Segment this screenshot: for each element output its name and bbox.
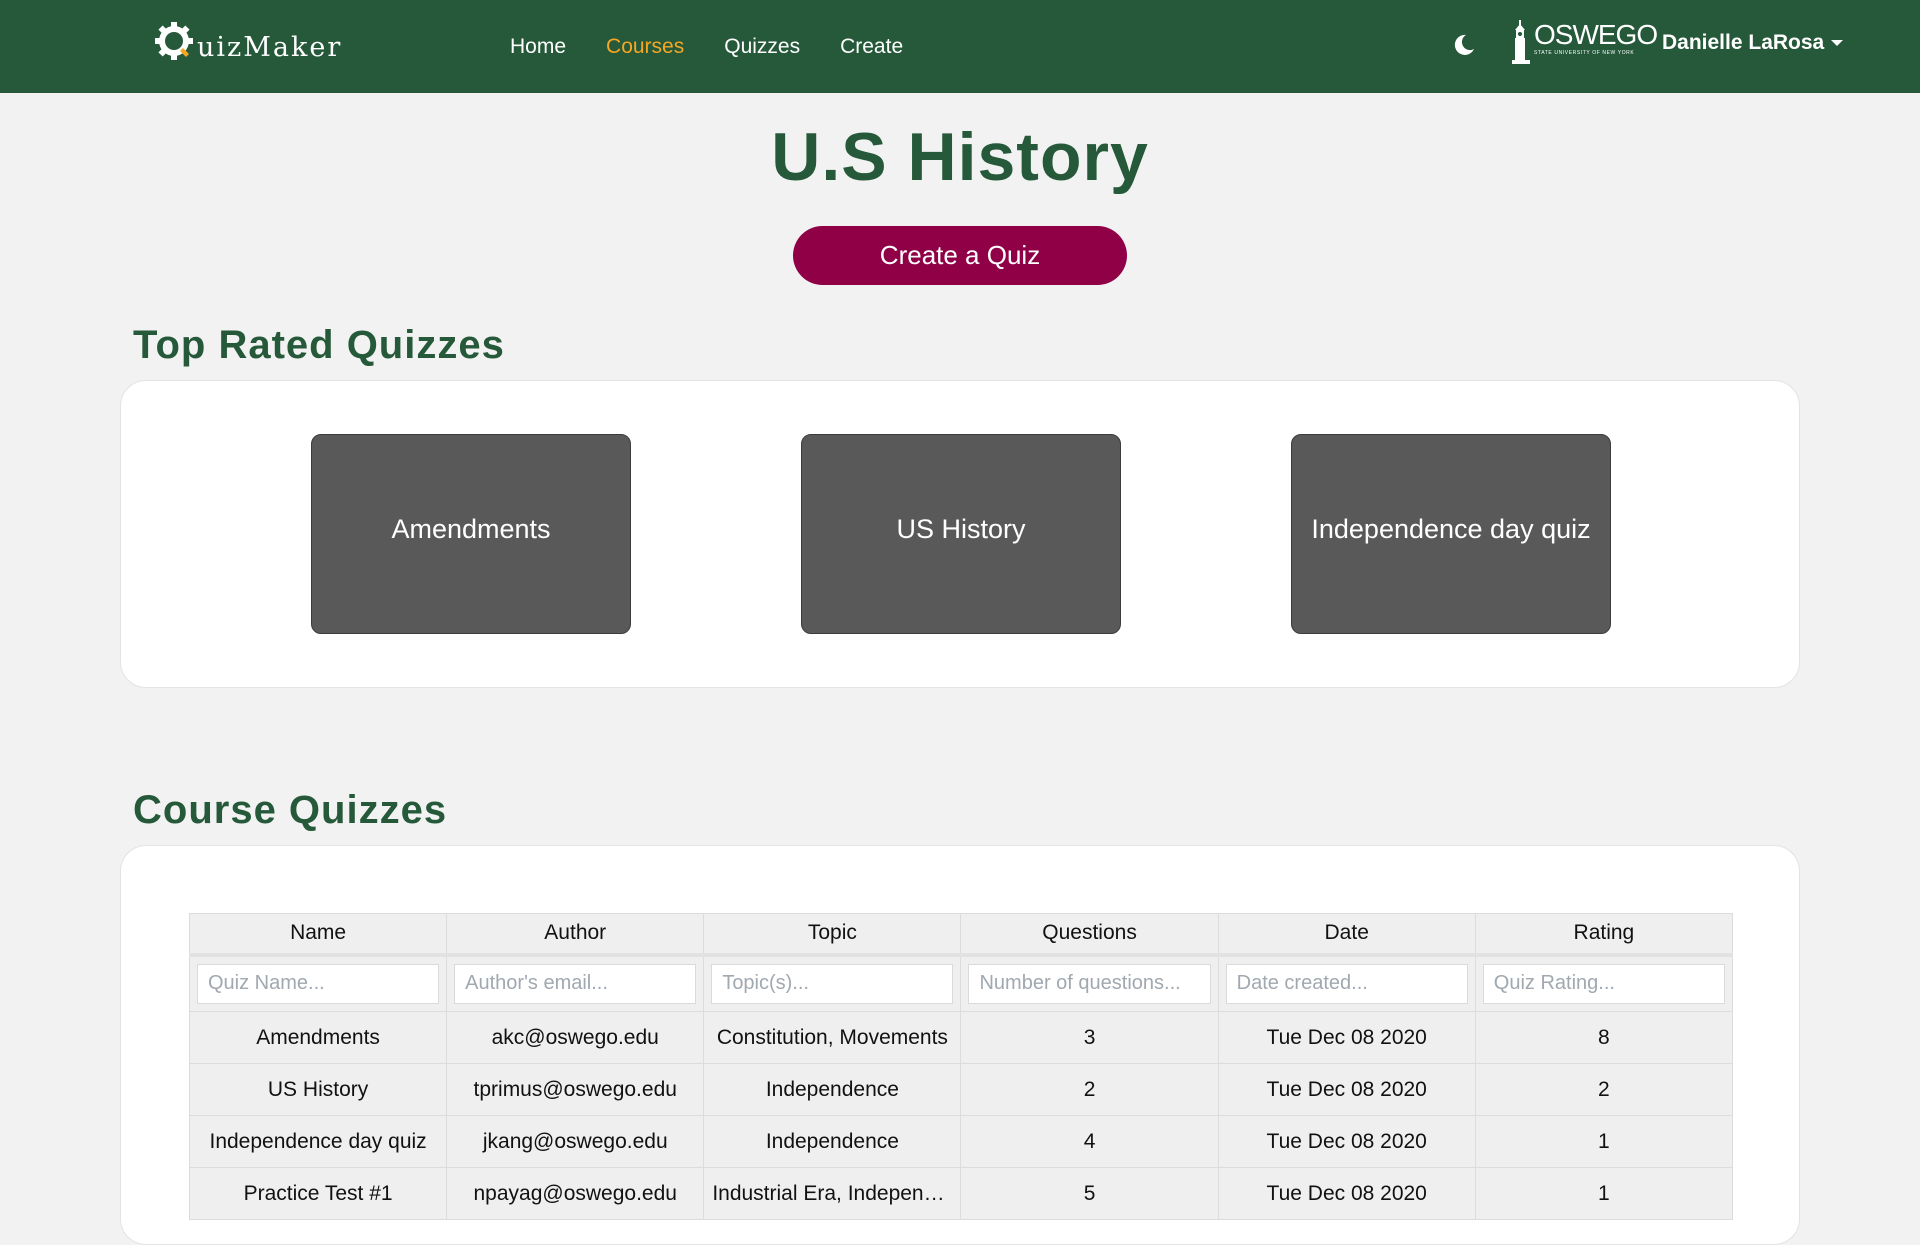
cell-topic: Industrial Era, Independ... (703, 1167, 962, 1220)
cell-author: akc@oswego.edu (446, 1011, 705, 1064)
clock-tower-icon (1512, 20, 1530, 64)
user-menu-dropdown[interactable]: Danielle LaRosa (1662, 31, 1844, 55)
cell-topic: Independence (703, 1063, 962, 1116)
cell-rating: 2 (1474, 1063, 1734, 1116)
cell-rating: 1 (1474, 1167, 1734, 1220)
table-row[interactable]: Amendments akc@oswego.edu Constitution, … (188, 1011, 1734, 1064)
user-name: Danielle LaRosa (1662, 31, 1825, 54)
top-quiz-card[interactable]: Independence day quiz (1291, 434, 1611, 634)
create-quiz-button[interactable]: Create a Quiz (793, 226, 1127, 285)
course-quizzes-panel: Name Author Topic Questions Date Rating … (120, 845, 1800, 1245)
quiz-table: Name Author Topic Questions Date Rating … (188, 913, 1734, 1220)
top-rated-panel: Amendments US History Independence day q… (120, 380, 1800, 688)
caret-down-icon (1831, 40, 1844, 46)
cell-rating: 8 (1474, 1011, 1734, 1064)
logo-wordmark: uizMaker (197, 31, 343, 63)
cell-rating: 1 (1474, 1115, 1734, 1168)
filter-author-input[interactable] (454, 963, 697, 1004)
filter-date-input[interactable] (1225, 963, 1468, 1004)
cell-questions: 3 (960, 1011, 1219, 1064)
column-header-date[interactable]: Date (1217, 913, 1476, 955)
cell-topic: Constitution, Movements (703, 1011, 962, 1064)
column-header-name[interactable]: Name (188, 913, 448, 955)
table-row[interactable]: US History tprimus@oswego.edu Independen… (188, 1063, 1734, 1116)
oswego-logo: OSWEGO STATE UNIVERSITY OF NEW YORK (1510, 19, 1658, 64)
cell-date: Tue Dec 08 2020 (1217, 1063, 1476, 1116)
card-title: Independence day quiz (1311, 513, 1591, 544)
quizmaker-logo[interactable]: uizMaker (153, 18, 342, 64)
main-nav: Home Courses Quizzes Create (510, 0, 943, 93)
top-quiz-card[interactable]: Amendments (311, 434, 631, 634)
filter-name-input[interactable] (197, 963, 440, 1004)
table-row[interactable]: Practice Test #1 npayag@oswego.edu Indus… (188, 1167, 1734, 1220)
cell-topic: Independence (703, 1115, 962, 1168)
column-header-topic[interactable]: Topic (703, 913, 962, 955)
gear-q-logo-icon (155, 22, 193, 60)
cell-date: Tue Dec 08 2020 (1217, 1167, 1476, 1220)
page-title: U.S History (771, 119, 1149, 195)
cell-questions: 5 (960, 1167, 1219, 1220)
cell-date: Tue Dec 08 2020 (1217, 1115, 1476, 1168)
top-navbar: uizMaker Home Courses Quizzes Create OSW… (0, 0, 1920, 93)
cell-name: Independence day quiz (188, 1115, 448, 1168)
filter-questions-input[interactable] (968, 963, 1211, 1004)
cell-author: tprimus@oswego.edu (446, 1063, 705, 1116)
filter-row (188, 952, 1734, 1012)
column-header-questions[interactable]: Questions (960, 913, 1219, 955)
table-header-row: Name Author Topic Questions Date Rating (188, 913, 1734, 955)
filter-rating-input[interactable] (1482, 963, 1725, 1004)
table-row[interactable]: Independence day quiz jkang@oswego.edu I… (188, 1115, 1734, 1168)
oswego-subtitle: STATE UNIVERSITY OF NEW YORK (1534, 50, 1635, 56)
card-title: US History (896, 513, 1026, 544)
cell-name: US History (188, 1063, 448, 1116)
cell-name: Amendments (188, 1011, 448, 1064)
cell-date: Tue Dec 08 2020 (1217, 1011, 1476, 1064)
cell-name: Practice Test #1 (188, 1167, 448, 1220)
course-quizzes-heading: Course Quizzes (133, 788, 448, 832)
card-title: Amendments (391, 513, 551, 544)
nav-quizzes[interactable]: Quizzes (724, 35, 800, 59)
nav-home[interactable]: Home (510, 35, 566, 59)
top-rated-heading: Top Rated Quizzes (133, 323, 505, 367)
cell-author: npayag@oswego.edu (446, 1167, 705, 1220)
oswego-wordmark: OSWEGO (1534, 19, 1658, 50)
column-header-author[interactable]: Author (446, 913, 705, 955)
nav-create[interactable]: Create (840, 35, 903, 59)
dark-mode-moon-icon[interactable] (1452, 33, 1476, 57)
column-header-rating[interactable]: Rating (1474, 913, 1734, 955)
nav-courses[interactable]: Courses (606, 35, 684, 59)
top-quiz-card[interactable]: US History (801, 434, 1121, 634)
cell-questions: 4 (960, 1115, 1219, 1168)
filter-topic-input[interactable] (711, 963, 954, 1004)
cell-questions: 2 (960, 1063, 1219, 1116)
cell-author: jkang@oswego.edu (446, 1115, 705, 1168)
